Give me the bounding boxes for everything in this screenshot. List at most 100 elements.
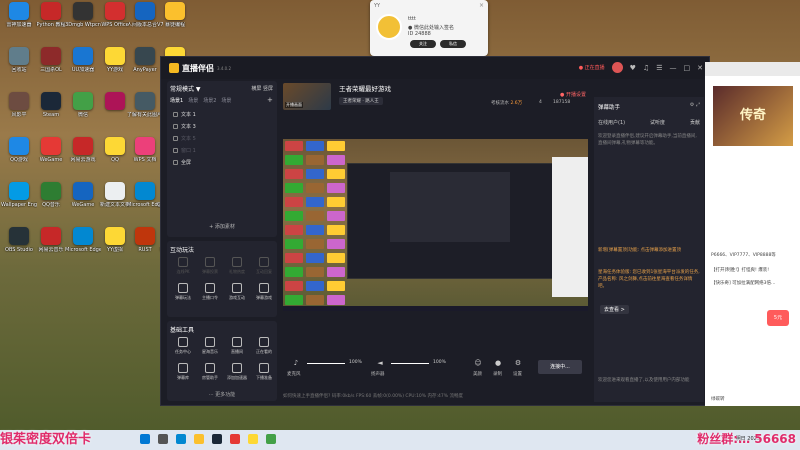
follow-button[interactable]: 关注 [410, 40, 436, 48]
record-icon[interactable]: ● [491, 359, 505, 367]
tool-button[interactable]: 直播间 [225, 337, 249, 361]
desktop-icon[interactable]: 三国杀OL [34, 47, 68, 83]
desktop-icon[interactable]: Python 教程 [34, 2, 68, 38]
user-avatar[interactable] [611, 62, 623, 73]
desktop-icon[interactable]: 网易云游戏 [66, 137, 100, 173]
source-item[interactable]: 全屏 [173, 159, 191, 166]
checkbox-icon[interactable] [173, 124, 178, 129]
desktop-icon[interactable]: QQ [98, 137, 132, 173]
taskbar-app-icon[interactable] [176, 434, 186, 444]
desktop-icon[interactable]: 回收站 [2, 47, 36, 83]
checkbox-icon[interactable] [173, 112, 178, 117]
tool-button[interactable]: 下播准备 [252, 363, 276, 387]
desktop-icon[interactable]: QQ游戏 [2, 137, 36, 173]
headset-icon[interactable]: ♫ [643, 64, 649, 72]
desktop-icon[interactable]: WeGame [34, 137, 68, 173]
tool-button[interactable]: 任务中心 [171, 337, 195, 361]
taskbar-app-icon[interactable] [212, 434, 222, 444]
add-source-button[interactable]: + 添加素材 [167, 223, 277, 230]
menu-icon[interactable]: ☰ [656, 64, 662, 72]
desktop-icon[interactable]: WeGame [66, 182, 100, 218]
panel-settings-icon[interactable]: ⚙ ⤢ [690, 102, 700, 108]
source-item[interactable]: 文本 3 [173, 123, 196, 130]
checkbox-icon[interactable] [173, 136, 178, 141]
desktop-icon[interactable]: YY虚拟 [98, 227, 132, 263]
desktop-icon[interactable]: WPS 文档 [128, 137, 162, 173]
desktop-icon[interactable]: 3Dmgb Wtpcn [65, 2, 101, 38]
tool-button[interactable]: 弹幕投票 [198, 257, 222, 281]
mic-volume-slider[interactable] [307, 363, 345, 364]
game-banner[interactable]: 传奇 [713, 86, 793, 146]
tool-button[interactable]: 星海音乐 [198, 337, 222, 361]
desktop-icon[interactable]: Microsoft Edge (2) [127, 182, 163, 218]
tool-button[interactable]: 礼物热度 [225, 257, 249, 281]
beauty-icon[interactable]: ☺ [471, 359, 485, 367]
desktop-icon[interactable]: 暴徒编程 [158, 2, 192, 38]
start-live-button[interactable]: 连接中... [538, 360, 582, 374]
close-icon[interactable]: × [479, 2, 484, 9]
desktop-icon[interactable] [98, 92, 132, 128]
more-tools-button[interactable]: ··· 更多功能 [167, 391, 277, 398]
stream-title[interactable]: 王者荣耀最好游戏 [339, 83, 391, 93]
tab-online-users[interactable]: 在线用户(1) [598, 119, 625, 126]
message-button[interactable]: 私信 [440, 40, 466, 48]
add-scene-icon[interactable]: + [267, 96, 273, 104]
tool-button[interactable]: 添加加速器 [225, 363, 249, 387]
taskbar-app-icon[interactable] [140, 434, 150, 444]
tool-button[interactable]: 弹幕游戏 [252, 283, 276, 307]
live-status-indicator[interactable]: ● 正在直播 [579, 64, 605, 71]
desktop-icon[interactable]: 新建文本文档 [98, 182, 132, 218]
tool-button[interactable]: 弹幕玩法 [171, 283, 195, 307]
stream-preview[interactable] [283, 139, 588, 311]
tab-scene-4[interactable]: 场景 [221, 97, 231, 104]
desktop-icon[interactable]: 了解有关此图片的信息 [127, 92, 163, 128]
tab-listen[interactable]: 试听度 [650, 119, 665, 126]
desktop-icon[interactable]: UU加速器 [66, 47, 100, 83]
taskbar-app-icon[interactable] [248, 434, 258, 444]
avatar[interactable] [376, 14, 402, 40]
taskbar-app-icon[interactable] [194, 434, 204, 444]
tab-scene-2[interactable]: 场景 [188, 97, 198, 104]
taskbar-app-icon[interactable] [266, 434, 276, 444]
desktop-icon[interactable]: Microsoft Edge [65, 227, 101, 263]
browser-tabbar[interactable] [705, 62, 800, 76]
desktop-icon[interactable]: Steam [34, 92, 68, 128]
tool-button[interactable]: 房管助手 [198, 363, 222, 387]
tool-button[interactable]: 互动回复 [252, 257, 276, 281]
tool-button[interactable]: 连线PK [171, 257, 195, 281]
tab-scene-1[interactable]: 场景1 [170, 97, 183, 104]
speaker-volume-slider[interactable] [391, 363, 429, 364]
speaker-icon[interactable]: ◄ [373, 359, 387, 367]
desktop-icon[interactable]: RUST [128, 227, 162, 263]
desktop-icon[interactable]: QQ音乐 [34, 182, 68, 218]
mode-selector[interactable]: 常规模式 ▼ [170, 84, 201, 93]
tool-button[interactable]: 弹幕库 [171, 363, 195, 387]
checkbox-icon[interactable] [173, 160, 178, 165]
stream-category-tag[interactable]: 王者荣耀 · 路人王 [339, 97, 383, 105]
tab-contribution[interactable]: 贡献 [690, 119, 700, 126]
checkbox-icon[interactable] [173, 148, 178, 153]
settings-icon[interactable]: ⚙ [511, 359, 525, 367]
live-settings-link[interactable]: ● 开播设置 [560, 91, 586, 98]
close-icon[interactable]: ✕ [697, 64, 703, 72]
desktop-icon[interactable]: Wallpaper Engine [1, 182, 37, 218]
desktop-icon[interactable]: OBS Studio [2, 227, 36, 263]
stream-thumbnail[interactable]: 开播画面 [283, 83, 331, 110]
desktop-icon[interactable]: 风影平 [2, 92, 36, 128]
orientation-toggle[interactable]: 横屏 竖屏 [251, 85, 273, 92]
source-item[interactable]: 文本 1 [173, 111, 196, 118]
coupon-badge[interactable]: 5元 [767, 310, 789, 326]
desktop-icon[interactable]: 人间版本总合V7 [127, 2, 163, 38]
desktop-icon[interactable]: 网易云音乐 [34, 227, 68, 263]
maximize-icon[interactable]: □ [684, 64, 691, 72]
taskbar-app-icon[interactable] [158, 434, 168, 444]
desktop-icon[interactable]: 雷神加速器 [2, 2, 36, 38]
desktop-icon[interactable]: WPS Office [98, 2, 132, 38]
minimize-icon[interactable]: — [670, 64, 677, 72]
tab-scene-3[interactable]: 场景2 [203, 97, 216, 104]
tool-button[interactable]: 主播口令 [198, 283, 222, 307]
microphone-icon[interactable]: ♪ [289, 359, 303, 367]
tool-button[interactable]: 正在看的 [252, 337, 276, 361]
desktop-icon[interactable]: AnyPayer [128, 47, 162, 83]
desktop-icon[interactable]: 微信 [66, 92, 100, 128]
